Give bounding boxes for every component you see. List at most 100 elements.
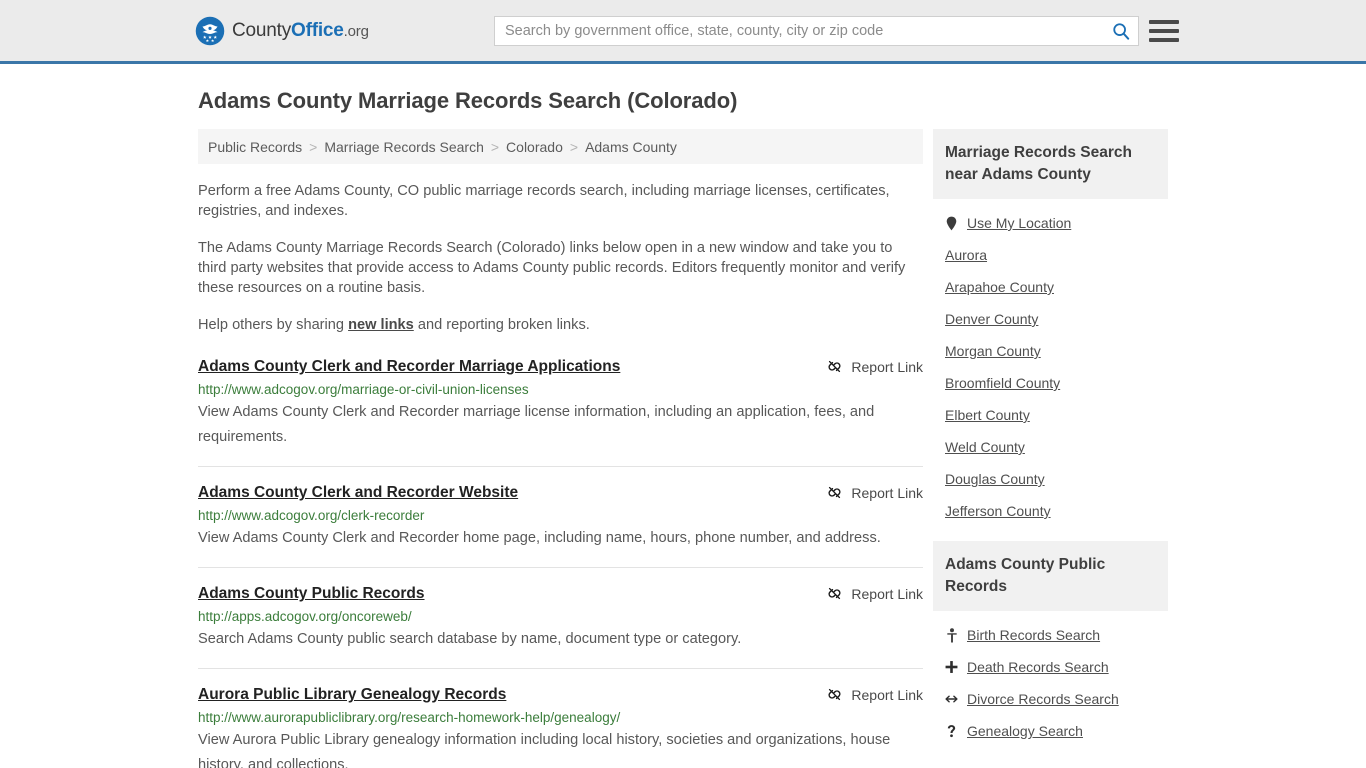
intro-suffix: and reporting broken links. <box>413 317 590 333</box>
hamburger-menu-icon <box>1149 19 1179 24</box>
cross-icon <box>945 660 958 674</box>
sidebar-item-douglas-county[interactable]: Douglas County <box>933 463 1168 495</box>
sidebar-item-denver-county[interactable]: Denver County <box>933 303 1168 335</box>
result-url: http://www.aurorapubliclibrary.org/resea… <box>198 710 621 725</box>
eagle-seal-logo <box>195 16 225 45</box>
intro-paragraph-2: The Adams County Marriage Records Search… <box>198 240 906 296</box>
site-header: CountyOffice.org <box>0 0 1366 64</box>
brand-office-text: Office <box>291 19 344 41</box>
sidebar-link-label[interactable]: Denver County <box>945 311 1038 327</box>
sidebar-item-jefferson-county[interactable]: Jefferson County <box>933 495 1168 527</box>
new-links-link[interactable]: new links <box>348 317 414 333</box>
intro-paragraph-3: Help others by sharing new links and rep… <box>198 315 923 335</box>
result-description: View Aurora Public Library genealogy inf… <box>198 732 891 768</box>
sidebar-item-morgan-county[interactable]: Morgan County <box>933 335 1168 367</box>
breadcrumb-item-public-records[interactable]: Public Records <box>208 139 302 155</box>
breadcrumb-separator: > <box>569 138 579 155</box>
sidebar-link-label[interactable]: Broomfield County <box>945 375 1060 391</box>
sidebar-item-weld-county[interactable]: Weld County <box>933 431 1168 463</box>
site-logo[interactable]: CountyOffice.org <box>195 16 369 46</box>
sidebar-item-death-records-search[interactable]: Death Records Search <box>933 651 1168 683</box>
sidebar-link-label[interactable]: Death Records Search <box>967 659 1109 675</box>
sidebar-link-label[interactable]: Jefferson County <box>945 503 1051 519</box>
brand-wordmark: CountyOffice.org <box>232 20 369 42</box>
report-link-label: Report Link <box>851 484 923 501</box>
report-link-button[interactable]: Report Link <box>826 685 923 703</box>
report-link-label: Report Link <box>851 686 923 703</box>
sidebar-item-elbert-county[interactable]: Elbert County <box>933 399 1168 431</box>
search-icon <box>1113 22 1130 40</box>
breadcrumb-item-colorado[interactable]: Colorado <box>506 139 563 155</box>
report-link-label: Report Link <box>851 585 923 602</box>
result-item: Adams County Clerk and Recorder Marriage… <box>198 357 923 467</box>
question-mark-icon <box>945 724 958 739</box>
sidebar-link-label[interactable]: Divorce Records Search <box>967 691 1119 707</box>
breadcrumb-item-adams-county[interactable]: Adams County <box>585 139 677 155</box>
nearby-searches-heading: Marriage Records Search near Adams Count… <box>933 129 1168 199</box>
report-link-button[interactable]: Report Link <box>826 584 923 602</box>
result-title-link[interactable]: Adams County Clerk and Recorder Website <box>198 483 518 502</box>
map-pin-icon <box>945 216 958 231</box>
sidebar-item-use-my-location[interactable]: Use My Location <box>933 207 1168 239</box>
sidebar-item-birth-records-search[interactable]: Birth Records Search <box>933 619 1168 651</box>
report-link-button[interactable]: Report Link <box>826 483 923 501</box>
nearby-searches-panel: Marriage Records Search near Adams Count… <box>933 129 1168 527</box>
main-content: Public Records > Marriage Records Search… <box>193 129 923 768</box>
sidebar-item-aurora[interactable]: Aurora <box>933 239 1168 271</box>
sidebar-link-label[interactable]: Morgan County <box>945 343 1041 359</box>
intro-paragraph-1: Perform a free Adams County, CO public m… <box>198 183 890 219</box>
broken-link-icon <box>828 587 841 600</box>
brand-county-text: County <box>232 19 292 41</box>
hamburger-menu-icon <box>1149 37 1179 42</box>
sidebar-link-label[interactable]: Birth Records Search <box>967 627 1100 643</box>
result-item: Adams County Clerk and Recorder Website … <box>198 483 923 568</box>
broken-link-icon <box>828 360 841 373</box>
sidebar-link-label[interactable]: Genealogy Search <box>967 723 1083 739</box>
sidebar-item-divorce-records-search[interactable]: Divorce Records Search <box>933 683 1168 715</box>
intro-text: Perform a free Adams County, CO public m… <box>198 181 923 335</box>
result-title-link[interactable]: Adams County Clerk and Recorder Marriage… <box>198 357 620 376</box>
breadcrumb: Public Records > Marriage Records Search… <box>198 129 923 164</box>
sidebar-link-label[interactable]: Arapahoe County <box>945 279 1054 295</box>
result-description: Search Adams County public search databa… <box>198 631 742 647</box>
breadcrumb-separator: > <box>490 138 500 155</box>
hamburger-menu-icon <box>1149 28 1179 33</box>
search-bar[interactable] <box>494 15 1139 46</box>
sidebar-link-label[interactable]: Douglas County <box>945 471 1045 487</box>
search-button[interactable] <box>1104 17 1138 45</box>
sidebar-link-label[interactable]: Weld County <box>945 439 1025 455</box>
result-url: http://www.adcogov.org/clerk-recorder <box>198 508 425 523</box>
result-item: Adams County Public Records Report Link <box>198 584 923 669</box>
result-title-link[interactable]: Aurora Public Library Genealogy Records <box>198 685 506 704</box>
public-records-panel: Adams County Public Records Birth Record… <box>933 541 1168 747</box>
page-title: Adams County Marriage Records Search (Co… <box>198 88 738 113</box>
result-description: View Adams County Clerk and Recorder hom… <box>198 530 881 546</box>
split-arrows-icon <box>945 693 958 705</box>
page-body: Adams County Marriage Records Search (Co… <box>0 88 1366 768</box>
result-url: http://apps.adcogov.org/oncoreweb/ <box>198 609 412 624</box>
report-link-label: Report Link <box>851 358 923 375</box>
broken-link-icon <box>828 688 841 701</box>
public-records-heading: Adams County Public Records <box>933 541 1168 611</box>
sidebar-item-broomfield-county[interactable]: Broomfield County <box>933 367 1168 399</box>
hamburger-menu-button[interactable] <box>1149 18 1181 44</box>
result-item: Aurora Public Library Genealogy Records … <box>198 685 923 768</box>
sidebar-item-genealogy-search[interactable]: Genealogy Search <box>933 715 1168 747</box>
breadcrumb-item-marriage-records-search[interactable]: Marriage Records Search <box>324 139 484 155</box>
results-list: Adams County Clerk and Recorder Marriage… <box>198 357 923 768</box>
broken-link-icon <box>828 486 841 499</box>
breadcrumb-separator: > <box>309 138 318 155</box>
result-url: http://www.adcogov.org/marriage-or-civil… <box>198 382 529 397</box>
sidebar-item-arapahoe-county[interactable]: Arapahoe County <box>933 271 1168 303</box>
result-description: View Adams County Clerk and Recorder mar… <box>198 404 875 445</box>
report-link-button[interactable]: Report Link <box>826 357 923 375</box>
search-input[interactable] <box>495 16 1104 45</box>
brand-org-text: .org <box>343 22 369 40</box>
result-title-link[interactable]: Adams County Public Records <box>198 584 425 603</box>
sidebar-link-label[interactable]: Use My Location <box>967 215 1071 231</box>
sidebar-link-label[interactable]: Elbert County <box>945 407 1030 423</box>
intro-prefix: Help others by sharing <box>198 317 349 333</box>
sidebar-link-label[interactable]: Aurora <box>945 247 987 263</box>
baby-icon <box>945 627 958 643</box>
sidebar: Marriage Records Search near Adams Count… <box>933 129 1168 768</box>
